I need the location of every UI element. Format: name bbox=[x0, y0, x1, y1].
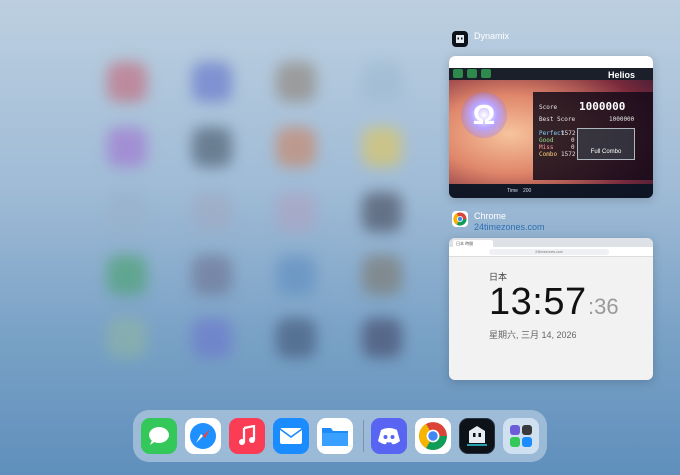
time-label: Time bbox=[507, 188, 518, 194]
blurred-app-icon bbox=[192, 192, 232, 232]
blurred-app-icon bbox=[192, 318, 232, 358]
time-value: 200 bbox=[523, 188, 532, 194]
mail-icon[interactable] bbox=[273, 418, 309, 454]
score-label: Score bbox=[539, 104, 558, 111]
music-icon[interactable] bbox=[229, 418, 265, 454]
messages-icon[interactable] bbox=[141, 418, 177, 454]
score-value: 1000000 bbox=[579, 100, 626, 113]
download-icon[interactable] bbox=[481, 69, 491, 78]
chrome-card-header[interactable]: Chrome 24timezones.com bbox=[452, 211, 545, 233]
blurred-app-icon bbox=[276, 62, 316, 102]
blurred-app-icon bbox=[362, 318, 402, 358]
discord-icon[interactable] bbox=[371, 418, 407, 454]
chrome-icon[interactable] bbox=[415, 418, 451, 454]
clock-seconds: :36 bbox=[588, 294, 619, 319]
blurred-app-icon bbox=[276, 318, 316, 358]
good-label: Good bbox=[539, 137, 554, 144]
miss-value: 0 bbox=[571, 144, 575, 151]
dynamix-icon[interactable] bbox=[459, 418, 495, 454]
song-title: Helios bbox=[607, 70, 635, 80]
dock bbox=[133, 410, 547, 462]
combo-label: Combo bbox=[539, 151, 558, 158]
safari-icon[interactable] bbox=[185, 418, 221, 454]
chrome-page-domain: 24timezones.com bbox=[474, 222, 545, 232]
chrome-address-bar[interactable]: 24timezones.com bbox=[489, 249, 609, 255]
clock-hours-minutes: 13:57 bbox=[489, 281, 587, 323]
chrome-icon bbox=[452, 211, 468, 227]
combo-value: 1572 bbox=[561, 151, 576, 158]
blurred-app-icon bbox=[192, 255, 232, 295]
blurred-app-icon bbox=[107, 192, 147, 232]
perfect-value: 1572 bbox=[561, 130, 576, 137]
best-score-value: 1000000 bbox=[609, 116, 635, 123]
clock-date: 星期六, 三月 14, 2026 bbox=[489, 330, 577, 340]
miss-label: Miss bbox=[539, 144, 554, 151]
blurred-app-icon bbox=[192, 62, 232, 102]
omega-rank-badge: Ω bbox=[461, 92, 507, 138]
blurred-app-icon bbox=[107, 318, 147, 358]
good-value: 0 bbox=[571, 137, 575, 144]
blurred-app-icon bbox=[276, 192, 316, 232]
dynamix-icon bbox=[452, 31, 468, 47]
full-combo-badge: Full Combo bbox=[577, 128, 635, 160]
blurred-app-icon bbox=[192, 127, 232, 167]
files-icon[interactable] bbox=[317, 418, 353, 454]
blurred-app-icon bbox=[362, 62, 402, 102]
blurred-app-icon bbox=[276, 127, 316, 167]
best-score-label: Best Score bbox=[539, 116, 576, 123]
chrome-tab-bar: 日本 時間 bbox=[449, 238, 653, 247]
dynamix-app-name: Dynamix bbox=[474, 31, 510, 41]
dock-divider bbox=[363, 420, 364, 452]
dynamix-card-header[interactable]: Dynamix bbox=[452, 31, 509, 47]
upload-icon[interactable] bbox=[467, 69, 477, 78]
blurred-app-icon bbox=[107, 62, 147, 102]
blurred-app-icon bbox=[276, 255, 316, 295]
chrome-app-name: Chrome bbox=[474, 211, 507, 221]
chrome-snapshot-card[interactable]: 日本 時間 24timezones.com 日本 13:57 :36 星期六, … bbox=[449, 238, 653, 380]
blurred-app-icon bbox=[362, 192, 402, 232]
app-library-icon[interactable] bbox=[503, 418, 539, 454]
blurred-app-icon bbox=[107, 255, 147, 295]
dynamix-snapshot-card[interactable]: Helios Ω Score 1000000 Best Score 100000… bbox=[449, 56, 653, 198]
blurred-app-icon bbox=[107, 127, 147, 167]
chrome-tab[interactable]: 日本 時間 bbox=[453, 240, 493, 247]
game-bottom-bar: Time 200 bbox=[449, 184, 653, 198]
share-icon[interactable] bbox=[453, 69, 463, 78]
blurred-app-icon bbox=[362, 255, 402, 295]
blurred-app-icon bbox=[362, 127, 402, 167]
